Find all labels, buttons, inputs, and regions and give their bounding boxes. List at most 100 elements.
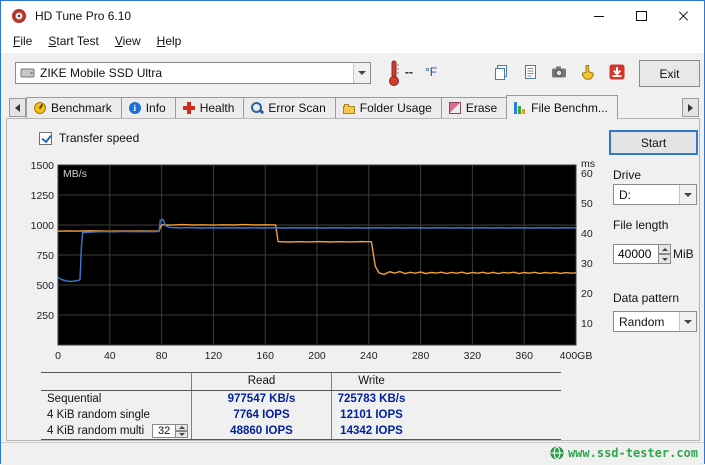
file-benchmark-chart: 1500601250501000407503050020250100 40 80 12…: [31, 158, 595, 362]
save-results-button[interactable]: [604, 59, 630, 85]
file-benchmark-icon: [514, 101, 527, 114]
pointer-hand-icon: [582, 65, 594, 80]
right-axis-tick: 30: [581, 258, 593, 270]
watermark-text: www.ssd-tester.com: [567, 446, 698, 460]
minimize-icon: [594, 15, 604, 17]
exit-button[interactable]: Exit: [639, 60, 700, 87]
table-row-sequential: Sequential 977547 KB/s 725783 KB/s: [41, 391, 561, 407]
chevron-down-icon: [684, 319, 692, 324]
error-scan-icon: [251, 102, 263, 114]
health-icon: [182, 102, 195, 114]
tab-erase[interactable]: Erase: [440, 97, 508, 118]
arrow-down-icon: [661, 257, 668, 261]
row-label-text: 4 KiB random multi: [47, 425, 145, 437]
tabs-scroll-right-button[interactable]: [682, 98, 699, 117]
file-length-up-button[interactable]: [659, 244, 671, 254]
x-axis-tick: 120: [205, 350, 223, 362]
transfer-speed-checkbox[interactable]: [39, 132, 52, 145]
watermark: www.ssd-tester.com: [550, 446, 698, 460]
table-row-random-multi: 4 KiB random multi 32 48860 IOPS 14342 I…: [41, 423, 561, 439]
sequential-read-value: 977547 KB/s: [191, 391, 331, 407]
temperature-unit[interactable]: °F: [425, 65, 437, 79]
data-pattern-value: Random: [619, 314, 665, 329]
tab-label: File Benchm...: [531, 100, 608, 115]
data-pattern-label: Data pattern: [613, 291, 680, 305]
caption-buttons: [578, 1, 704, 31]
queue-depth-down-button[interactable]: [176, 431, 189, 438]
tab-benchmark[interactable]: Benchmark: [26, 97, 122, 118]
device-select[interactable]: ZIKE Mobile SSD Ultra: [15, 62, 371, 84]
x-axis-tick: 80: [156, 350, 168, 362]
menu-item-file[interactable]: File: [5, 31, 40, 51]
maximize-button[interactable]: [620, 1, 662, 31]
transfer-speed-label: Transfer speed: [59, 131, 140, 145]
tab-health[interactable]: Health: [174, 97, 245, 118]
pointer-hand-button[interactable]: [575, 59, 601, 85]
screenshot-button[interactable]: [546, 59, 572, 85]
close-button[interactable]: [662, 1, 704, 31]
info-icon: [128, 102, 141, 114]
x-axis-tick: 0: [55, 350, 61, 362]
arrow-up-icon: [178, 426, 185, 429]
menu-bar: File Start Test View Help: [1, 31, 704, 53]
left-axis-tick: 750: [36, 250, 54, 262]
tab-info[interactable]: Info: [120, 97, 176, 118]
save-results-icon: [609, 64, 625, 80]
right-axis-unit: ms: [581, 158, 595, 170]
drive-select-value: D:: [619, 187, 631, 202]
tab-label: Info: [145, 101, 166, 115]
column-header-read: Read: [191, 373, 331, 390]
data-pattern-select[interactable]: Random: [613, 311, 697, 332]
drive-select[interactable]: D:: [613, 184, 697, 205]
ssd-tester-icon: [550, 446, 564, 460]
tab-label: Folder Usage: [359, 101, 432, 115]
tab-file-benchm-[interactable]: File Benchm...: [506, 95, 618, 119]
minimize-button[interactable]: [578, 1, 620, 31]
right-axis-tick: 40: [581, 228, 593, 240]
benchmark-icon: [34, 102, 46, 114]
menu-item-help[interactable]: Help: [149, 31, 190, 51]
file-length-value[interactable]: 40000: [613, 244, 659, 264]
right-axis-tick: 20: [581, 288, 593, 300]
tab-label: Error Scan: [268, 101, 326, 115]
file-length-down-button[interactable]: [659, 254, 671, 264]
start-button[interactable]: Start: [609, 130, 698, 155]
tab-folder-usage[interactable]: Folder Usage: [334, 97, 442, 118]
maximize-icon: [635, 11, 647, 21]
file-length-unit: MiB: [673, 247, 694, 261]
arrow-down-icon: [178, 433, 185, 436]
tab-strip: Benchmark Info Health Error Scan Folder Usag…: [26, 95, 618, 119]
menu-item-start-test[interactable]: Start Test: [40, 31, 106, 51]
tab-label: Erase: [465, 101, 498, 115]
device-select-arrow[interactable]: [353, 63, 370, 83]
left-axis-tick: 1000: [31, 220, 55, 232]
temperature-value: --: [405, 65, 413, 79]
queue-depth-stepper[interactable]: 32: [152, 424, 189, 438]
queue-depth-value[interactable]: 32: [152, 424, 177, 438]
copy-text-button[interactable]: [517, 59, 543, 85]
copy-button[interactable]: [488, 59, 514, 85]
row-label: Sequential: [47, 393, 102, 405]
tab-error-scan[interactable]: Error Scan: [243, 97, 336, 118]
arrow-right-icon: [688, 103, 693, 112]
tabs-scroll-left-button[interactable]: [9, 98, 26, 117]
x-axis-tick: 400GB: [560, 350, 593, 362]
random-multi-write-value: 14342 IOPS: [331, 423, 411, 439]
file-length-stepper[interactable]: 40000: [613, 244, 671, 264]
x-axis-tick: 240: [360, 350, 378, 362]
x-axis-tick: 320: [464, 350, 482, 362]
queue-depth-up-button[interactable]: [176, 424, 189, 431]
data-pattern-arrow[interactable]: [679, 312, 696, 331]
menu-item-view[interactable]: View: [107, 31, 149, 51]
hd-tune-window: HD Tune Pro 6.10 File Start Test View Help …: [0, 0, 705, 465]
copy-icon: [495, 65, 507, 80]
chevron-down-icon: [358, 71, 366, 75]
chevron-down-icon: [684, 192, 692, 197]
random-single-write-value: 12101 IOPS: [331, 407, 411, 423]
left-axis-tick: 1500: [31, 160, 55, 172]
results-table: Read Write Sequential 977547 KB/s 725783…: [41, 372, 561, 440]
results-header-row: Read Write: [41, 373, 561, 391]
tab-label: Health: [199, 101, 235, 115]
drive-select-arrow[interactable]: [679, 185, 696, 204]
random-single-read-value: 7764 IOPS: [191, 407, 331, 423]
